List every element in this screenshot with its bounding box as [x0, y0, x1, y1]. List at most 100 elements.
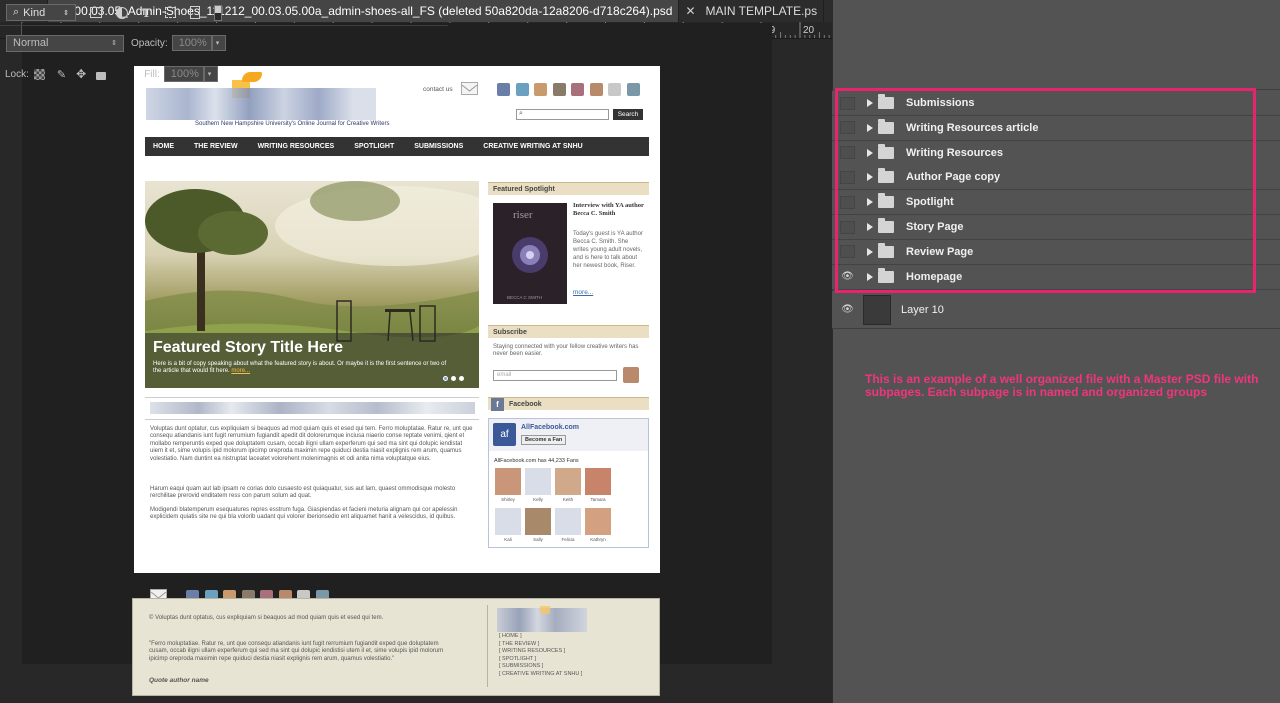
visibility-eye-icon[interactable]: 👁	[840, 270, 855, 283]
social-icon[interactable]	[497, 83, 510, 96]
fill-field[interactable]: 100%	[163, 66, 204, 82]
search-button[interactable]: Search	[613, 109, 643, 120]
filter-toggle-switch[interactable]	[213, 4, 222, 21]
social-icon[interactable]	[534, 83, 547, 96]
expand-triangle-icon[interactable]	[867, 173, 873, 182]
social-icon[interactable]	[515, 83, 529, 96]
layer-group-name[interactable]: Writing Resources article	[906, 122, 1038, 134]
visibility-toggle[interactable]	[840, 96, 855, 110]
layer-group-row[interactable]: Story Page	[832, 215, 1280, 240]
expand-triangle-icon[interactable]	[867, 148, 873, 157]
footer-link[interactable]: [ WRITING RESOURCES ]	[499, 648, 565, 654]
expand-triangle-icon[interactable]	[867, 99, 873, 107]
layer-group-name[interactable]: Writing Resources	[906, 147, 1003, 159]
tab-close-icon[interactable]: ✕	[685, 4, 695, 18]
social-icon[interactable]	[589, 83, 603, 96]
subscribe-submit-button[interactable]	[623, 367, 639, 383]
filter-shape-icon[interactable]	[164, 7, 176, 18]
pager-dot-1[interactable]	[443, 376, 448, 381]
lock-position-icon[interactable]: ✥	[76, 67, 86, 81]
filter-kind-select[interactable]: ⌕ Kind ⇕	[6, 4, 76, 21]
visibility-toggle[interactable]	[840, 121, 855, 135]
filter-adjustment-icon[interactable]	[116, 6, 128, 19]
fb-fan-avatar[interactable]	[495, 508, 521, 535]
fb-fan-avatar[interactable]	[525, 508, 551, 535]
site-nav-item[interactable]: CREATIVE WRITING AT SNHU	[483, 143, 582, 150]
layer-group-name[interactable]: Homepage	[906, 271, 962, 283]
footer-link[interactable]: [ SUBMISSIONS ]	[499, 663, 543, 669]
opacity-dropdown-arrow[interactable]: ▾	[211, 35, 226, 51]
book-cover[interactable]: riser BECCA C SMITH	[493, 203, 567, 304]
footer-link[interactable]: [ CREATIVE WRITING AT SNHU ]	[499, 671, 582, 677]
layer-name[interactable]: Layer 10	[901, 304, 944, 316]
filter-pixel-icon[interactable]	[90, 7, 102, 18]
fb-page-name[interactable]: AllFacebook.com	[521, 424, 579, 431]
hero-more-link[interactable]: more...	[231, 368, 250, 374]
document-tab[interactable]: ✕ MAIN TEMPLATE.ps	[679, 0, 825, 22]
layer-group-name[interactable]: Author Page copy	[906, 171, 1000, 183]
layer-group-row[interactable]: 👁 Homepage	[832, 264, 1280, 290]
layer-row-layer-10[interactable]: 👁 Layer 10	[832, 291, 1280, 329]
folder-icon	[878, 193, 894, 209]
opacity-field[interactable]: 100%	[171, 35, 212, 51]
layer-group-name[interactable]: Submissions	[906, 97, 974, 109]
site-nav-item[interactable]: SPOTLIGHT	[354, 143, 394, 150]
visibility-toggle[interactable]	[840, 245, 855, 259]
social-icon[interactable]	[552, 83, 566, 96]
layer-group-row[interactable]: Review Page	[832, 239, 1280, 265]
fb-fan-avatar[interactable]	[585, 468, 611, 495]
expand-triangle-icon[interactable]	[867, 223, 873, 231]
site-nav-item[interactable]: SUBMISSIONS	[414, 143, 463, 150]
expand-triangle-icon[interactable]	[867, 123, 873, 132]
lock-all-icon[interactable]	[96, 71, 107, 80]
spotlight-title[interactable]: Interview with YA author Becca C. Smith	[573, 202, 648, 218]
hero-image[interactable]: Featured Story Title Here Here is a bit …	[145, 181, 479, 388]
lock-transparent-icon[interactable]	[33, 68, 45, 80]
social-icon[interactable]	[608, 83, 621, 96]
layer-group-row[interactable]: Writing Resources article	[832, 115, 1280, 141]
expand-triangle-icon[interactable]	[867, 247, 873, 256]
filter-smart-object-icon[interactable]	[189, 6, 200, 19]
search-input[interactable]: ⌕	[516, 109, 609, 120]
layer-group-row[interactable]: Author Page copy	[832, 165, 1280, 191]
layer-group-name[interactable]: Story Page	[906, 221, 963, 233]
visibility-toggle[interactable]	[840, 195, 855, 209]
layer-group-row[interactable]: Submissions	[832, 91, 1280, 116]
email-input[interactable]: email	[493, 370, 617, 381]
social-icon[interactable]	[571, 83, 584, 96]
fb-fan-avatar[interactable]	[525, 468, 551, 495]
pager-dot-2[interactable]	[451, 376, 456, 381]
hero-pager-dots[interactable]	[443, 376, 464, 381]
social-icon[interactable]	[626, 83, 640, 96]
footer-link[interactable]: [ SPOTLIGHT ]	[499, 656, 536, 662]
site-nav-item[interactable]: WRITING RESOURCES	[258, 143, 335, 150]
filter-type-icon[interactable]: T	[142, 5, 151, 21]
expand-triangle-icon[interactable]	[867, 198, 873, 207]
contact-link[interactable]: contact us	[423, 86, 453, 93]
expand-triangle-icon[interactable]	[867, 272, 873, 281]
fill-dropdown-arrow[interactable]: ▾	[203, 66, 218, 82]
pager-dot-3[interactable]	[459, 376, 464, 381]
footer-link[interactable]: [ THE REVIEW ]	[499, 641, 539, 647]
spotlight-more-link[interactable]: more...	[573, 289, 593, 296]
folder-icon	[878, 143, 894, 159]
footer-link[interactable]: [ HOME ]	[499, 633, 522, 639]
blend-mode-select[interactable]: Normal ⇕	[6, 34, 124, 52]
mail-icon[interactable]	[461, 82, 478, 95]
fb-fan-button[interactable]: Become a Fan	[521, 435, 567, 445]
layer-group-name[interactable]: Review Page	[906, 246, 973, 258]
fb-fan-avatar[interactable]	[555, 468, 581, 495]
layer-group-row[interactable]: Spotlight	[832, 190, 1280, 216]
visibility-toggle[interactable]	[840, 220, 855, 234]
visibility-toggle[interactable]	[840, 170, 855, 184]
fb-fan-avatar[interactable]	[495, 468, 521, 495]
fb-fan-avatar[interactable]	[555, 508, 581, 535]
site-nav-item[interactable]: THE REVIEW	[194, 143, 238, 150]
site-nav-item[interactable]: HOME	[153, 143, 174, 150]
lock-image-icon[interactable]: ✎	[57, 68, 66, 81]
visibility-toggle[interactable]	[840, 146, 855, 160]
fb-fan-avatar[interactable]	[585, 508, 611, 535]
visibility-eye-icon[interactable]: 👁	[840, 303, 855, 316]
layer-group-row[interactable]: Writing Resources	[832, 140, 1280, 166]
layer-group-name[interactable]: Spotlight	[906, 196, 954, 208]
